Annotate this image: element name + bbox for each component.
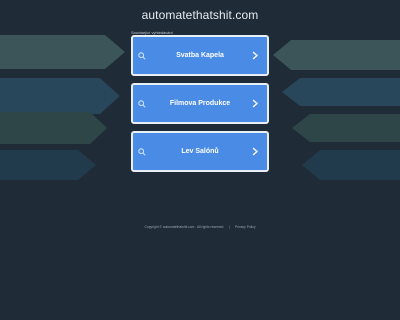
related-link-label: Lev Salónů xyxy=(181,148,219,155)
footer: Copyright © automatethatshit.com . All r… xyxy=(0,225,400,229)
search-icon xyxy=(138,52,146,62)
domain-title: automatethatshit.com xyxy=(141,8,259,22)
deco-shape-right-2 xyxy=(282,78,400,106)
deco-shape-right-1 xyxy=(273,40,400,70)
deco-shape-left-2 xyxy=(0,78,120,114)
related-link-label: Svatba Kapela xyxy=(176,52,224,59)
chevron-right-icon xyxy=(252,51,259,62)
related-link-filmova-produkce[interactable]: Filmova Produkce xyxy=(131,83,269,124)
privacy-policy-link[interactable]: Privacy Policy xyxy=(235,225,256,229)
related-links-list: Svatba Kapela Filmova Produkce Lev Salón… xyxy=(131,35,269,179)
related-link-label: Filmova Produkce xyxy=(169,100,231,107)
search-icon xyxy=(138,148,146,158)
related-link-svatba-kapela[interactable]: Svatba Kapela xyxy=(131,35,269,76)
deco-shape-left-3 xyxy=(0,112,107,144)
copyright-text: Copyright © automatethatshit.com . All r… xyxy=(144,225,225,229)
footer-separator: | xyxy=(229,225,231,229)
search-icon xyxy=(138,100,146,110)
deco-shape-left-4 xyxy=(0,150,96,180)
deco-shape-right-4 xyxy=(302,150,400,180)
chevron-right-icon xyxy=(252,99,259,110)
deco-shape-left-1 xyxy=(0,35,125,69)
parked-domain-page: automatethatshit.com Související vyhledá… xyxy=(0,0,400,320)
deco-shape-right-3 xyxy=(292,114,400,142)
related-link-lev-salonu[interactable]: Lev Salónů xyxy=(131,131,269,172)
chevron-right-icon xyxy=(252,147,259,158)
